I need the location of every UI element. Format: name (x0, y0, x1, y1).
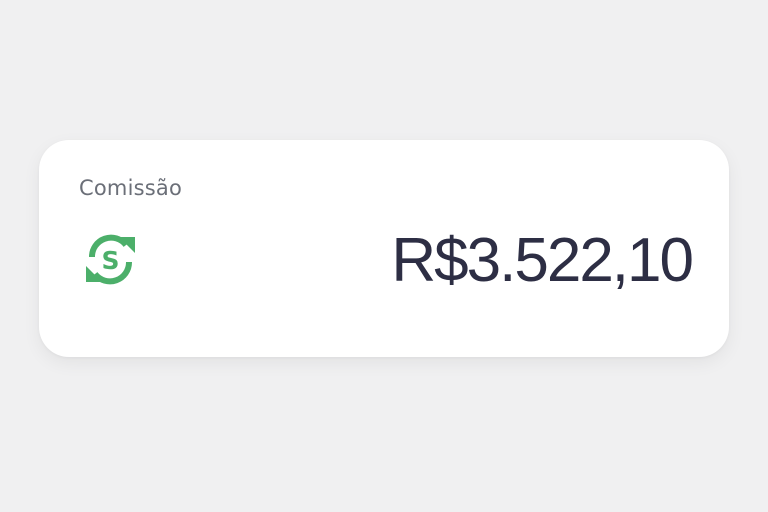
page-background: Comissão S R$3.522,10 (0, 0, 768, 512)
commission-card: Comissão S R$3.522,10 (39, 140, 729, 357)
dollar-s-glyph: S (101, 246, 119, 275)
commission-amount: R$3.522,10 (391, 226, 694, 295)
currency-exchange-icon: S (80, 229, 141, 290)
card-title: Comissão (79, 176, 183, 200)
